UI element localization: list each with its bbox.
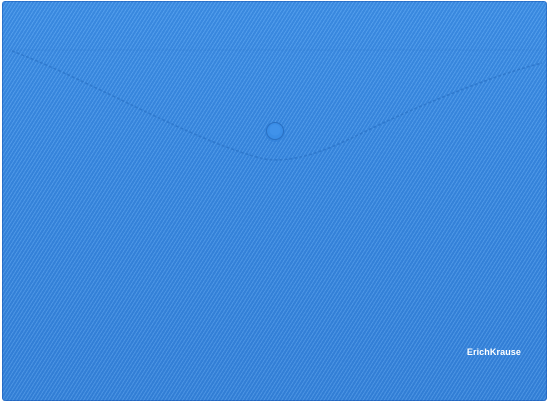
brand-logo: ErichKrause — [466, 347, 521, 357]
folder-flap — [6, 49, 543, 161]
product-photo: ErichKrause — [0, 0, 550, 404]
flap-seam — [11, 50, 543, 161]
envelope-folder: ErichKrause — [2, 1, 547, 401]
snap-button-icon — [265, 122, 285, 142]
